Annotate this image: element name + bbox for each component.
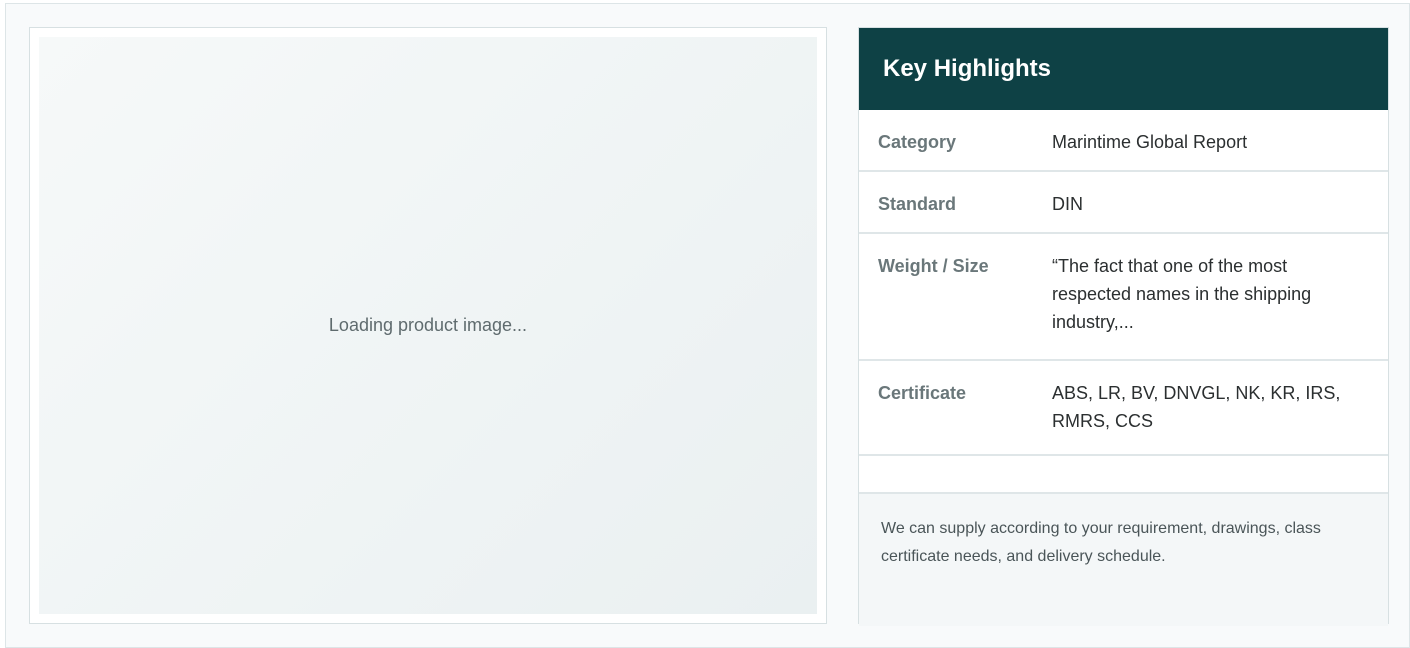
loading-text: Loading product image...: [328, 315, 528, 335]
supply-note: We can supply according to your requirem…: [859, 494, 1388, 626]
highlight-row-category: Category Marintime Global Report: [859, 110, 1388, 172]
highlight-value: DIN: [1052, 194, 1083, 214]
highlight-label: Certificate: [878, 383, 967, 403]
highlight-value: ABS, LR, BV, DNVGL, NK, KR, IRS, RMRS, C…: [1052, 383, 1341, 431]
highlight-label: Weight / Size: [878, 256, 989, 276]
key-highlights-panel: Key Highlights Category Marintime Global…: [858, 27, 1389, 626]
highlight-value: “The fact that one of the most respected…: [1052, 256, 1312, 332]
highlight-label: Category: [878, 132, 957, 152]
highlight-row-empty: [859, 456, 1388, 494]
product-image-card: Loading product image...: [29, 27, 827, 624]
highlight-value: Marintime Global Report: [1052, 132, 1248, 152]
highlights-title: Key Highlights: [883, 55, 1052, 82]
highlights-header: Key Highlights: [859, 28, 1388, 110]
highlight-row-weight-size: Weight / Size “The fact that one of the …: [859, 234, 1388, 361]
highlight-label: Standard: [878, 194, 957, 214]
highlight-row-certificate: Certificate ABS, LR, BV, DNVGL, NK, KR, …: [859, 361, 1388, 456]
product-image-placeholder: Loading product image...: [39, 37, 817, 614]
highlight-row-standard: Standard DIN: [859, 172, 1388, 234]
